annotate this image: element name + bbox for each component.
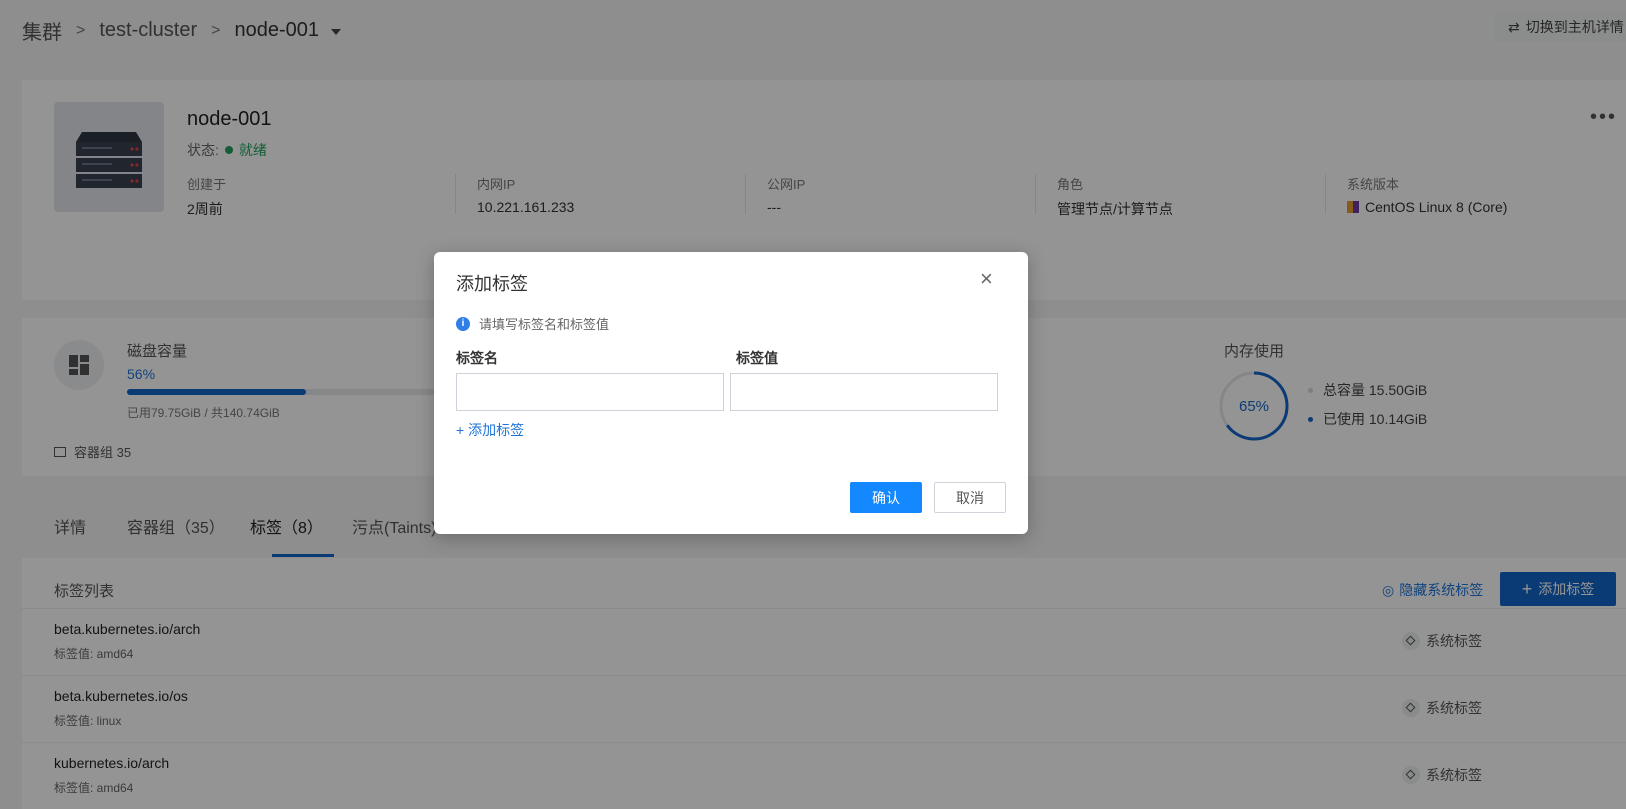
close-icon[interactable]: × <box>980 266 993 292</box>
dialog-notice: i 请填写标签名和标签值 <box>456 314 609 333</box>
dialog-title: 添加标签 <box>456 274 528 294</box>
label-value-input[interactable] <box>730 373 998 411</box>
node-detail-page: 集群 > test-cluster > node-001 ⇄ 切换到主机详情 n… <box>0 0 1626 809</box>
confirm-button[interactable]: 确认 <box>850 482 922 513</box>
add-label-dialog: 添加标签 × i 请填写标签名和标签值 标签名 标签值 + 添加标签 确认 取消 <box>434 252 1028 534</box>
cancel-button[interactable]: 取消 <box>934 482 1006 513</box>
add-another-label-link[interactable]: + 添加标签 <box>456 420 524 440</box>
label-value-heading: 标签值 <box>736 350 778 366</box>
info-icon: i <box>456 316 470 331</box>
notice-text: 请填写标签名和标签值 <box>479 317 610 332</box>
label-name-input[interactable] <box>456 373 724 411</box>
label-name-heading: 标签名 <box>456 350 498 366</box>
